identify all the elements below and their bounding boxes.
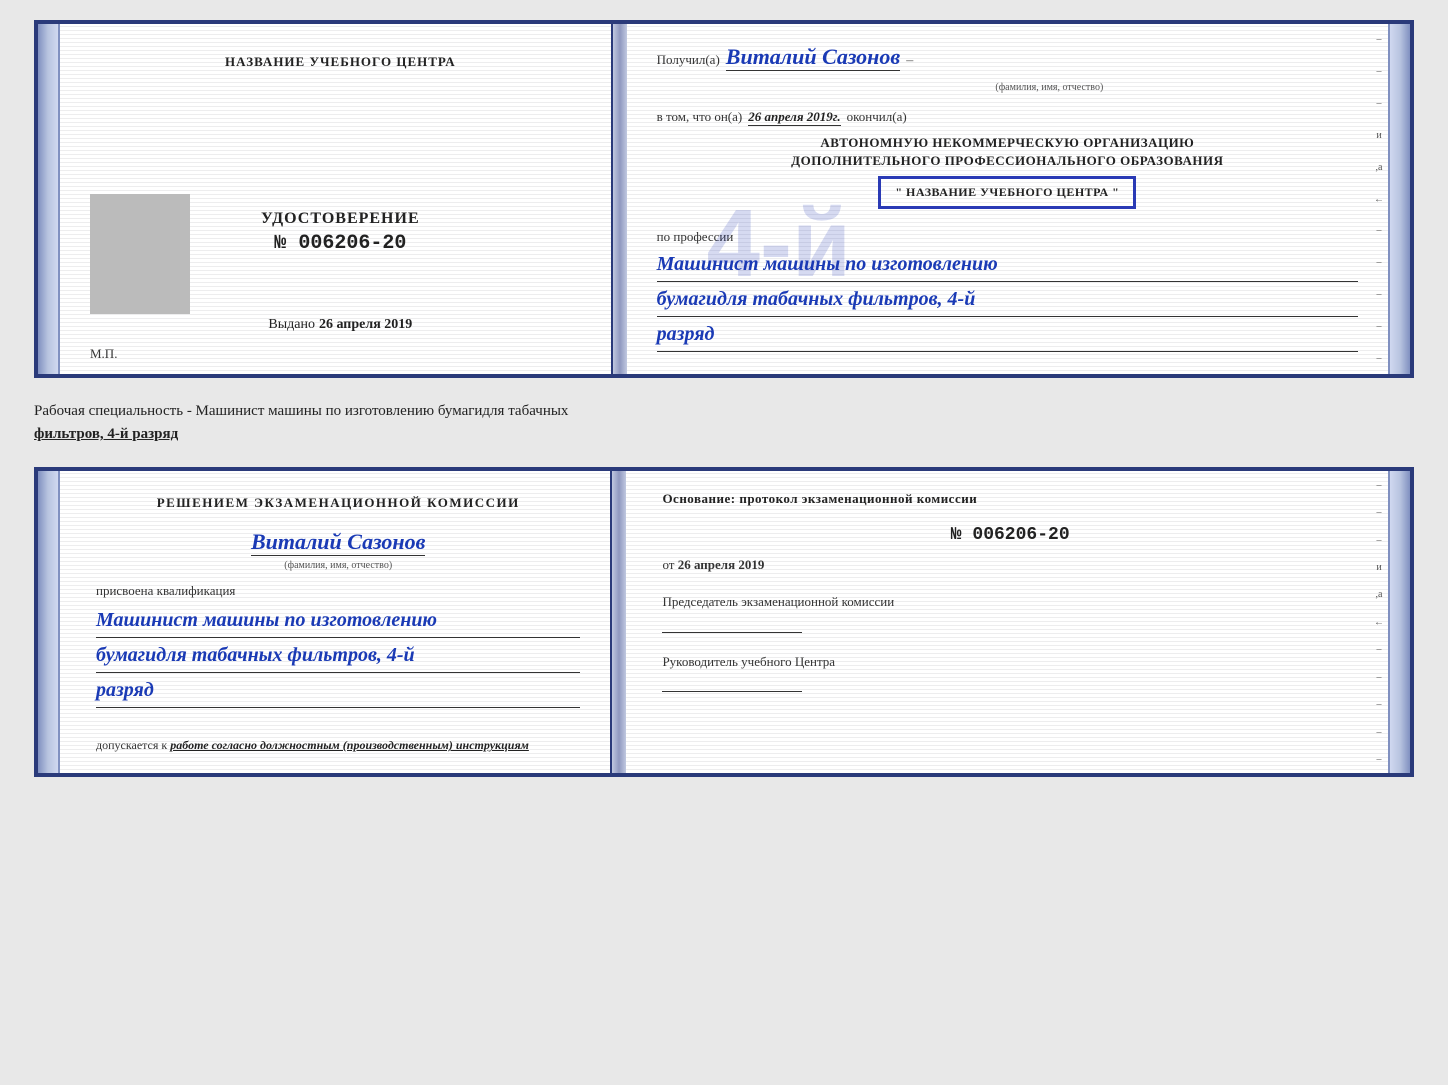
name-caption-top: (фамилия, имя, отчество): [995, 82, 1103, 93]
info-main: Рабочая специальность - Машинист машины …: [34, 403, 568, 419]
prof-line1: Машинист машины по изготовлению: [657, 249, 1358, 282]
deco9: –: [1377, 289, 1382, 300]
vtom-label: в том, что он(а): [657, 109, 743, 125]
cert-top-left-page: НАЗВАНИЕ УЧЕБНОГО ЦЕНТРА УДОСТОВЕРЕНИЕ №…: [60, 24, 613, 374]
prof-line2: бумагидля табачных фильтров, 4-й: [657, 284, 1358, 317]
ot-label: от 26 апреля 2019: [662, 557, 1358, 573]
rukov-block: Руководитель учебного Центра: [662, 653, 1358, 692]
bottom-right-spine: [1388, 471, 1410, 773]
right-side-deco-top: – – – и ,а ← – – – – –: [1370, 24, 1388, 374]
deco11: –: [1377, 353, 1382, 364]
name-block-bottom: Виталий Сазонов: [96, 529, 580, 556]
recipient-name-top: Виталий Сазонов: [726, 44, 900, 71]
udostoverenie-block: УДОСТОВЕРЕНИЕ № 006206-20: [261, 210, 420, 255]
school-name-label-top: НАЗВАНИЕ УЧЕБНОГО ЦЕНТРА: [225, 54, 456, 70]
deco6: ←: [1374, 194, 1384, 205]
stamp-border: " НАЗВАНИЕ УЧЕБНОГО ЦЕНТРА ": [878, 176, 1136, 209]
top-certificate: НАЗВАНИЕ УЧЕБНОГО ЦЕНТРА УДОСТОВЕРЕНИЕ №…: [34, 20, 1414, 378]
chairman-signature-line: [662, 632, 802, 633]
prof-line3: разряд: [657, 319, 1358, 352]
chairman-block: Председатель экзаменационной комиссии: [662, 593, 1358, 632]
bdeco5: ,а: [1376, 589, 1383, 600]
bdeco9: –: [1377, 699, 1382, 710]
osnov-label: Основание: протокол экзаменационной коми…: [662, 491, 1358, 507]
deco7: –: [1377, 225, 1382, 236]
resheniyem-label: Решением экзаменационной комиссии: [96, 495, 580, 511]
udostoverenie-label: УДОСТОВЕРЕНИЕ: [261, 210, 420, 228]
right-spine: [1388, 24, 1410, 374]
org-section: 4-й АВТОНОМНУЮ НЕКОММЕРЧЕСКУЮ ОРГАНИЗАЦИ…: [657, 134, 1358, 209]
vydano-block: Выдано 26 апреля 2019: [268, 315, 412, 333]
deco10: –: [1377, 321, 1382, 332]
cert-top-right-page: Получил(а) Виталий Сазонов – (фамилия, и…: [627, 24, 1388, 374]
right-side-deco-bottom: – – – и ,а ← – – – – –: [1370, 471, 1388, 773]
prisvoena-label: присвоена квалификация: [96, 583, 580, 599]
qual-line3: разряд: [96, 675, 580, 708]
deco5: ,а: [1376, 162, 1383, 173]
poluchil-line: Получил(а) Виталий Сазонов –: [657, 44, 1358, 71]
info-underline: фильтров, 4-й разряд: [34, 426, 178, 442]
udostoverenie-number: № 006206-20: [261, 232, 420, 255]
vydano-date: 26 апреля 2019: [319, 317, 412, 332]
deco4: и: [1376, 130, 1381, 141]
dopuskaetsya-block: допускается к работе согласно должностны…: [96, 738, 580, 753]
vtom-date: 26 апреля 2019г.: [748, 109, 840, 126]
osnov-number: № 006206-20: [662, 525, 1358, 545]
dopusk-label: допускается к: [96, 738, 167, 752]
left-spine: [38, 24, 60, 374]
deco1: –: [1377, 34, 1382, 45]
deco3: –: [1377, 98, 1382, 109]
qual-line2: бумагидля табачных фильтров, 4-й: [96, 640, 580, 673]
chairman-label: Председатель экзаменационной комиссии: [662, 593, 1358, 611]
cert-bottom-right-page: Основание: протокол экзаменационной коми…: [626, 471, 1388, 773]
bdeco4: и: [1376, 562, 1381, 573]
vydano-label: Выдано: [268, 317, 315, 332]
bdeco7: –: [1377, 644, 1382, 655]
photo-placeholder: [90, 194, 190, 314]
bdeco8: –: [1377, 672, 1382, 683]
info-text-block: Рабочая специальность - Машинист машины …: [34, 394, 1414, 451]
document-container: НАЗВАНИЕ УЧЕБНОГО ЦЕНТРА УДОСТОВЕРЕНИЕ №…: [34, 20, 1414, 777]
dopusk-text: работе согласно должностным (производств…: [170, 738, 529, 752]
recipient-name-bottom: Виталий Сазонов: [251, 529, 425, 556]
cert-bottom-left-page: Решением экзаменационной комиссии Витали…: [60, 471, 612, 773]
ot-text: от: [662, 557, 674, 572]
org-line1: АВТОНОМНУЮ НЕКОММЕРЧЕСКУЮ ОРГАНИЗАЦИЮ: [657, 134, 1358, 152]
bottom-center-spine: [612, 471, 626, 773]
deco2: –: [1377, 66, 1382, 77]
bdeco10: –: [1377, 727, 1382, 738]
qual-line1: Машинист машины по изготовлению: [96, 605, 580, 638]
ot-date: 26 апреля 2019: [678, 557, 765, 572]
bdeco3: –: [1377, 535, 1382, 546]
dash-after-name: –: [906, 53, 913, 69]
org-line2: ДОПОЛНИТЕЛЬНОГО ПРОФЕССИОНАЛЬНОГО ОБРАЗО…: [657, 152, 1358, 170]
bdeco1: –: [1377, 480, 1382, 491]
name-caption-bottom: (фамилия, имя, отчество): [96, 560, 580, 571]
deco8: –: [1377, 257, 1382, 268]
org-block: АВТОНОМНУЮ НЕКОММЕРЧЕСКУЮ ОРГАНИЗАЦИЮ ДО…: [657, 134, 1358, 209]
po-professii-label: по профессии: [657, 229, 1358, 245]
poluchil-text: Получил(а): [657, 52, 720, 68]
center-spine: [613, 24, 627, 374]
bottom-certificate: Решением экзаменационной комиссии Витали…: [34, 467, 1414, 777]
bdeco2: –: [1377, 507, 1382, 518]
okochil-label: окончил(а): [847, 109, 907, 125]
qualification-block: Машинист машины по изготовлению бумагидл…: [96, 605, 580, 708]
vtom-block: в том, что он(а) 26 апреля 2019г. окончи…: [657, 109, 1358, 126]
mp-label: М.П.: [90, 346, 117, 362]
rukov-signature-line: [662, 691, 802, 692]
profession-block: Машинист машины по изготовлению бумагидл…: [657, 249, 1358, 352]
org-line3: " НАЗВАНИЕ УЧЕБНОГО ЦЕНТРА ": [895, 185, 1119, 200]
bdeco6: ←: [1374, 617, 1384, 628]
bdeco11: –: [1377, 754, 1382, 765]
bottom-left-spine: [38, 471, 60, 773]
rukov-label: Руководитель учебного Центра: [662, 653, 1358, 671]
